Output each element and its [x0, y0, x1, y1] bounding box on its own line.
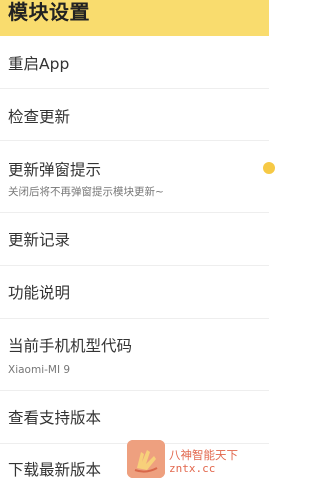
settings-list: 重启App 检查更新 更新弹窗提示 关闭后将不再弹窗提示模块更新~ 更新记录 功…: [0, 36, 275, 504]
device-model-label: 当前手机机型代码: [8, 337, 133, 355]
watermark: 八神智能天下 zntx.cc: [127, 440, 257, 480]
page-title: 模块设置: [8, 0, 90, 24]
check-update-item[interactable]: 检查更新: [0, 89, 269, 141]
device-model-item[interactable]: 当前手机机型代码 Xiaomi-MI 9: [0, 319, 269, 391]
supported-versions-label: 查看支持版本: [8, 409, 102, 427]
feature-description-item[interactable]: 功能说明: [0, 266, 269, 319]
feature-description-label: 功能说明: [8, 284, 71, 302]
supported-versions-item[interactable]: 查看支持版本: [0, 391, 269, 444]
download-latest-label: 下载最新版本: [8, 461, 102, 479]
changelog-item[interactable]: 更新记录: [0, 213, 269, 266]
watermark-logo-icon: [127, 440, 165, 478]
restart-app-label: 重启App: [8, 55, 70, 73]
update-popup-item[interactable]: 更新弹窗提示 关闭后将不再弹窗提示模块更新~: [0, 141, 275, 213]
watermark-name: 八神智能天下: [169, 448, 238, 462]
watermark-url: zntx.cc: [169, 462, 216, 475]
restart-app-item[interactable]: 重启App: [0, 36, 269, 89]
changelog-label: 更新记录: [8, 231, 71, 249]
app-header: 模块设置: [0, 0, 269, 36]
update-popup-label: 更新弹窗提示: [8, 161, 102, 179]
device-model-value: Xiaomi-MI 9: [8, 364, 71, 376]
check-update-label: 检查更新: [8, 108, 71, 126]
update-popup-subtitle: 关闭后将不再弹窗提示模块更新~: [8, 186, 164, 198]
update-popup-toggle[interactable]: [263, 162, 275, 174]
